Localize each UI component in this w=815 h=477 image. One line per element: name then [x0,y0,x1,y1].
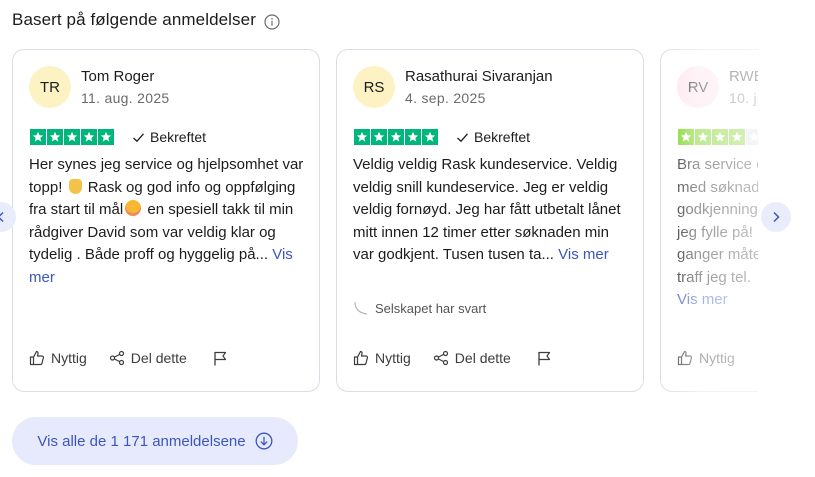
info-icon[interactable] [264,13,280,30]
star-icon [422,129,438,145]
review-card[interactable]: RV RWE 10. ju Bra service o med søknad [660,49,758,392]
review-text-line: Bra service o [677,156,758,173]
star-icon [712,129,728,145]
helpful-button[interactable]: Nyttig [677,350,735,366]
share-button[interactable]: Del dette [433,350,511,366]
verified-label: Bekreftet [474,129,531,145]
star-icon [98,129,114,145]
review-text-line: traff jeg tel. [677,268,751,286]
reviewer-name: Tom Roger [81,67,155,85]
reviewer-name: RWE [729,67,758,85]
rating-row: Bekreftet [30,129,206,145]
reply-curve-icon [354,301,368,315]
report-button[interactable] [213,351,228,366]
share-icon [109,350,124,366]
star-rating [30,129,114,145]
company-replied-label: Selskapet har svart [375,300,487,316]
reviews-carousel: TR Tom Roger 11. aug. 2025 Bekreftet Her… [0,48,815,394]
star-icon [678,129,694,145]
star-icon [47,129,63,145]
review-text: Her synes jeg service og hjelpsomhet var… [29,154,309,289]
reviewer-name: Rasathurai Sivaranjan [405,67,553,85]
star-icon [405,129,421,145]
star-icon [695,129,711,145]
review-text: Veldig veldig Rask kundeservice. Veldig … [353,154,633,267]
see-all-reviews-label: Vis alle de 1 171 anmeldelsene [37,432,246,450]
company-replied[interactable]: Selskapet har svart [353,300,486,316]
rating-row: Bekreftet [354,129,530,145]
helpful-label: Nyttig [699,350,735,366]
review-text-line: med søknad [677,178,758,196]
star-icon [388,129,404,145]
section-heading: Basert på følgende anmeldelser [12,10,280,30]
review-text-line: ganger måte [677,246,758,263]
review-text-line: jeg fylle på! [677,223,753,241]
star-icon [729,129,745,145]
avatar: TR [29,66,71,108]
share-label: Del dette [130,350,187,366]
share-button[interactable]: Del dette [109,350,187,366]
review-text: Bra service o med søknad godkjenning jeg… [677,154,758,312]
star-icon [371,129,387,145]
review-date: 10. ju [729,89,758,106]
avatar: RS [353,66,395,108]
star-icon [746,129,758,145]
avatar: RV [677,66,719,108]
review-card[interactable]: TR Tom Roger 11. aug. 2025 Bekreftet Her… [12,49,320,392]
star-rating [354,129,438,145]
reviewer-header: RV RWE 10. ju [677,66,758,108]
thumbs-up-icon [29,350,45,366]
star-icon [81,129,97,145]
helpful-label: Nyttig [375,350,411,366]
reviews-viewport: TR Tom Roger 11. aug. 2025 Bekreftet Her… [12,48,758,394]
see-more-link[interactable]: Vis mer [677,289,758,312]
review-date: 4. sep. 2025 [405,89,486,106]
chevron-left-icon [0,211,4,223]
thumbs-up-icon [353,350,369,366]
rating-row [678,129,758,145]
see-all-reviews-button[interactable]: Vis alle de 1 171 anmeldelsene [12,417,298,465]
reviewer-header: RS Rasathurai Sivaranjan 4. sep. 2025 [353,66,553,108]
review-text-line: godkjenning [677,201,758,218]
verified-label: Bekreftet [150,129,207,145]
report-button[interactable] [537,351,552,366]
chevron-right-icon [773,211,780,223]
star-icon [354,129,370,145]
review-card[interactable]: RS Rasathurai Sivaranjan 4. sep. 2025 Be… [336,49,644,392]
review-actions: Nyttig Del dette [29,350,228,366]
flag-icon [214,351,226,365]
share-label: Del dette [454,350,511,366]
smiling-face-emoji-icon [125,200,142,216]
review-actions: Nyttig Del dette [353,350,552,366]
thumbs-up-emoji-icon [68,178,82,194]
flag-icon [538,351,550,365]
section-title: Basert på følgende anmeldelser [12,10,256,29]
verified-badge: Bekreftet [456,129,530,145]
verified-badge: Bekreftet [132,129,206,145]
review-actions: Nyttig [677,350,735,366]
helpful-label: Nyttig [51,350,87,366]
star-rating [678,129,758,145]
star-icon [64,129,80,145]
share-icon [433,350,448,366]
helpful-button[interactable]: Nyttig [29,350,87,366]
star-icon [30,129,46,145]
carousel-next-button[interactable] [761,202,791,232]
check-icon [133,132,144,142]
check-icon [457,132,468,142]
see-more-link[interactable]: Vis mer [558,246,609,263]
helpful-button[interactable]: Nyttig [353,350,411,366]
thumbs-up-icon [677,350,693,366]
arrow-down-circle-icon [255,432,273,450]
reviewer-header: TR Tom Roger 11. aug. 2025 [29,66,170,108]
review-date: 11. aug. 2025 [81,89,170,106]
